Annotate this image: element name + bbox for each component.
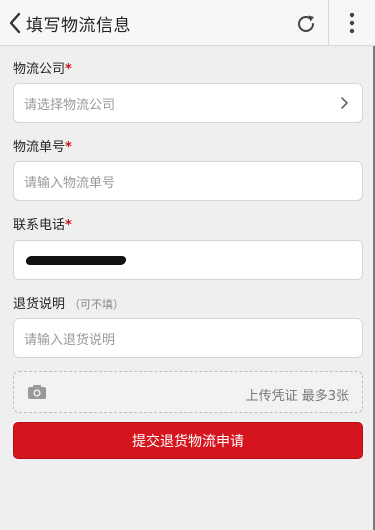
page-title: 填写物流信息 bbox=[26, 16, 131, 36]
tracking-number-input[interactable]: 请输入物流单号 bbox=[13, 161, 363, 201]
note-label: 退货说明 （可不填） bbox=[13, 293, 124, 312]
company-select[interactable]: 请选择物流公司 bbox=[13, 83, 363, 123]
phone-label: 联系电话* bbox=[13, 214, 72, 233]
redacted-phone-value bbox=[25, 255, 127, 265]
required-mark: * bbox=[65, 140, 72, 155]
tracking-placeholder: 请输入物流单号 bbox=[24, 175, 116, 191]
phone-input[interactable] bbox=[13, 240, 363, 280]
company-placeholder: 请选择物流公司 bbox=[24, 97, 116, 113]
tracking-label-text: 物流单号 bbox=[13, 140, 66, 155]
back-button[interactable] bbox=[4, 9, 26, 37]
tracking-label: 物流单号* bbox=[13, 136, 72, 155]
note-placeholder: 请输入退货说明 bbox=[24, 332, 116, 348]
upload-hint: 上传凭证 最多3张 bbox=[245, 389, 349, 404]
phone-label-text: 联系电话 bbox=[13, 218, 66, 233]
note-label-text: 退货说明 bbox=[13, 297, 66, 312]
chevron-left-icon bbox=[9, 12, 21, 34]
submit-button[interactable]: 提交退货物流申请 bbox=[13, 422, 363, 459]
camera-icon bbox=[28, 385, 46, 399]
required-mark: * bbox=[65, 218, 72, 233]
return-note-input[interactable]: 请输入退货说明 bbox=[13, 318, 363, 358]
refresh-icon bbox=[298, 15, 314, 32]
required-mark: * bbox=[65, 62, 72, 77]
header-divider bbox=[328, 0, 329, 46]
refresh-button[interactable] bbox=[292, 10, 320, 38]
upload-proof-area[interactable]: 上传凭证 最多3张 bbox=[13, 371, 363, 413]
top-bar: 填写物流信息 bbox=[0, 0, 375, 46]
chevron-right-icon bbox=[341, 97, 348, 109]
company-label-text: 物流公司 bbox=[13, 62, 66, 77]
more-menu-button[interactable] bbox=[338, 9, 366, 37]
more-vertical-icon bbox=[349, 12, 355, 34]
optional-hint: （可不填） bbox=[69, 298, 125, 311]
company-label: 物流公司* bbox=[13, 58, 72, 77]
